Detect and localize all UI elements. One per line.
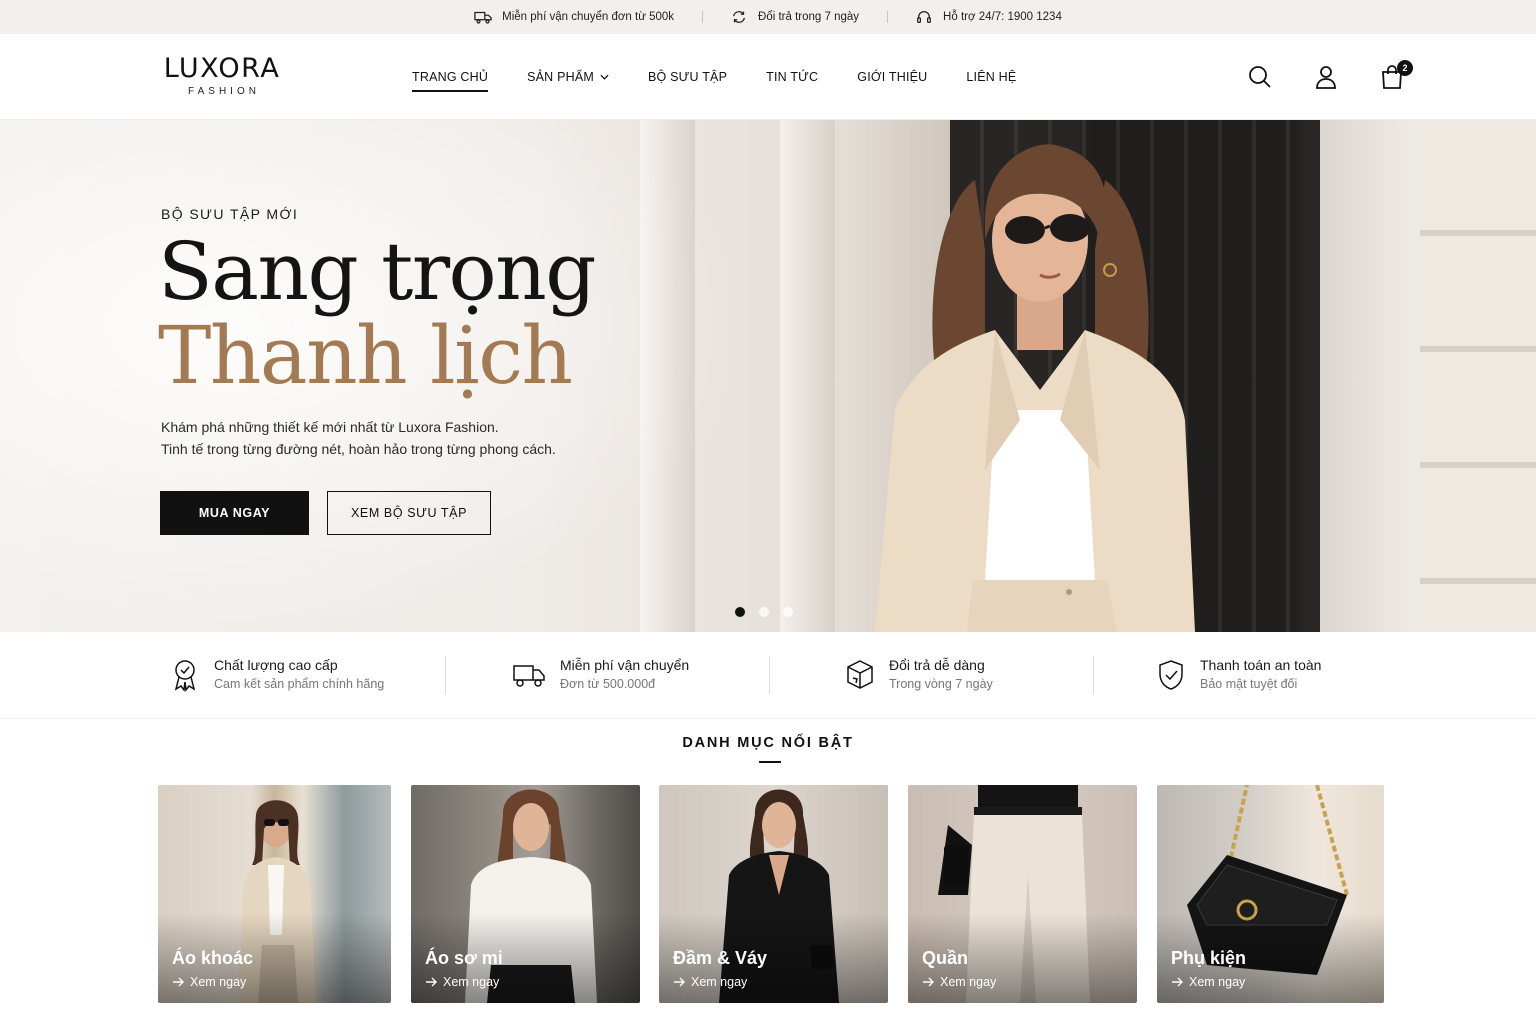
chevron-down-icon [600, 74, 609, 80]
arrow-right-icon [1172, 977, 1183, 987]
category-link[interactable]: Xem ngay [922, 975, 996, 989]
category-link[interactable]: Xem ngay [425, 975, 499, 989]
nav-item-home-label: TRANG CHỦ [412, 70, 489, 84]
features-strip: Chất lượng cao cấp Cam kết sản phẩm chín… [0, 632, 1536, 719]
category-card-pants[interactable]: Quần Xem ngay [908, 785, 1137, 1003]
arrow-right-icon [674, 977, 685, 987]
site-header: LUXORA FASHION TRANG CHỦ SẢN PHẨM BỘ SƯU… [0, 34, 1536, 120]
logo-brand: LUXORA [163, 53, 281, 84]
hero-pillar [640, 120, 695, 632]
arrow-right-icon [923, 977, 934, 987]
category-link[interactable]: Xem ngay [1171, 975, 1245, 989]
section-title: DANH MỤC NỔI BẬT [682, 735, 854, 751]
nav-item-about-label: GIỚI THIỆU [857, 70, 928, 84]
carousel-dots [735, 607, 793, 617]
nav-item-contact-label: LIÊN HỆ [966, 70, 1017, 84]
truck-icon [474, 11, 492, 24]
feature-payment: Thanh toán an toàn Bảo mật tuyệt đối [1156, 656, 1321, 694]
shop-now-button[interactable]: MUA NGAY [160, 491, 309, 535]
hero-model-image [875, 144, 1195, 632]
hero-banner: BỘ SƯU TẬP MỚI Sang trọng Thanh lịch Khá… [0, 120, 1536, 632]
feature-subtitle: Trong vòng 7 ngày [889, 677, 993, 691]
category-link-label: Xem ngay [443, 975, 500, 989]
user-icon [1316, 66, 1336, 89]
hero-pillar [780, 120, 835, 632]
hero-wall-blocks [1420, 120, 1536, 632]
topbar-returns: Đổi trả trong 7 ngày [702, 9, 887, 25]
category-name: Áo sơ mi [425, 948, 503, 968]
feature-title: Chất lượng cao cấp [214, 657, 338, 673]
topbar-shipping-text: Miễn phí vận chuyển đơn từ 500k [502, 11, 675, 23]
feature-title: Miễn phí vận chuyển [560, 657, 690, 673]
carousel-dot-2[interactable] [759, 607, 769, 617]
account-button[interactable] [1314, 64, 1338, 90]
feature-title: Thanh toán an toàn [1200, 657, 1322, 673]
topbar-shipping: Miễn phí vận chuyển đơn từ 500k [446, 9, 702, 25]
topbar-returns-text: Đổi trả trong 7 ngày [758, 11, 860, 23]
topbar-support: Hỗ trợ 24/7: 1900 1234 [887, 9, 1090, 25]
hero-description-line2: Tinh tế trong từng đường nét, hoàn hảo t… [161, 441, 556, 457]
box-icon [847, 660, 873, 689]
nav-item-news[interactable]: TIN TỨC [766, 70, 818, 84]
shield-check-icon [1159, 660, 1183, 690]
header-actions: 2 [1248, 60, 1413, 90]
topbar-support-text: Hỗ trợ 24/7: 1900 1234 [943, 11, 1062, 23]
truck-icon [513, 665, 545, 687]
category-link-label: Xem ngay [190, 975, 247, 989]
carousel-dot-1[interactable] [735, 607, 745, 617]
feature-divider [445, 656, 446, 694]
search-icon [1249, 66, 1271, 88]
category-link-label: Xem ngay [1189, 975, 1246, 989]
logo[interactable]: LUXORA FASHION [160, 54, 284, 98]
category-name: Phụ kiện [1171, 948, 1247, 968]
feature-subtitle: Đơn từ 500.000đ [560, 677, 656, 691]
feature-returns: Đổi trả dễ dàng Trong vòng 7 ngày [845, 656, 993, 694]
arrow-right-icon [173, 977, 184, 987]
category-link[interactable]: Xem ngay [673, 975, 747, 989]
feature-shipping: Miễn phí vận chuyển Đơn từ 500.000đ [512, 656, 689, 694]
category-card-dresses[interactable]: Đầm & Váy Xem ngay [659, 785, 888, 1003]
feature-title: Đổi trả dễ dàng [889, 657, 985, 673]
hero-description: Khám phá những thiết kế mới nhất từ Luxo… [161, 416, 556, 460]
hero-title-line1: Sang trọng [158, 225, 596, 318]
category-card-accessories[interactable]: Phụ kiện Xem ngay [1157, 785, 1384, 1003]
feature-subtitle: Bảo mật tuyệt đối [1200, 677, 1298, 691]
hero-description-line1: Khám phá những thiết kế mới nhất từ Luxo… [161, 419, 499, 435]
category-link[interactable]: Xem ngay [172, 975, 246, 989]
refresh-icon [733, 11, 746, 23]
main-nav: TRANG CHỦ SẢN PHẨM BỘ SƯU TẬP TIN TỨC GI… [412, 34, 1055, 120]
nav-item-collections-label: BỘ SƯU TẬP [648, 70, 728, 84]
section-title-underline [759, 761, 781, 763]
award-icon [174, 660, 196, 692]
category-name: Quần [922, 948, 969, 968]
announcement-bar: Miễn phí vận chuyển đơn từ 500k Đổi trả … [0, 0, 1536, 34]
arrow-right-icon [426, 977, 437, 987]
feature-divider [769, 656, 770, 694]
category-link-label: Xem ngay [691, 975, 748, 989]
nav-item-products[interactable]: SẢN PHẨM [527, 70, 609, 84]
category-card-jackets[interactable]: Áo khoác Xem ngay [158, 785, 391, 1003]
category-card-shirts[interactable]: Áo sơ mi Xem ngay [411, 785, 640, 1003]
nav-item-contact[interactable]: LIÊN HỆ [966, 70, 1016, 84]
feature-divider [1093, 656, 1094, 694]
hero-eyebrow: BỘ SƯU TẬP MỚI [161, 206, 299, 222]
search-button[interactable] [1248, 64, 1272, 90]
hero-title-line2: Thanh lịch [158, 309, 573, 402]
carousel-dot-3[interactable] [783, 607, 793, 617]
category-name: Đầm & Váy [673, 948, 768, 968]
nav-item-collections[interactable]: BỘ SƯU TẬP [648, 70, 727, 84]
view-collection-button[interactable]: XEM BỘ SƯU TẬP [327, 491, 491, 535]
nav-item-products-label: SẢN PHẨM [527, 70, 594, 84]
nav-item-about[interactable]: GIỚI THIỆU [857, 70, 927, 84]
cart-button[interactable]: 2 [1380, 60, 1413, 90]
feature-quality: Chất lượng cao cấp Cam kết sản phẩm chín… [170, 656, 384, 694]
category-link-label: Xem ngay [940, 975, 997, 989]
cart-count-badge: 2 [1397, 60, 1413, 76]
headset-icon [917, 11, 931, 24]
nav-item-news-label: TIN TỨC [766, 70, 819, 84]
category-name: Áo khoác [172, 948, 254, 968]
nav-item-home[interactable]: TRANG CHỦ [412, 70, 489, 92]
feature-subtitle: Cam kết sản phẩm chính hãng [214, 677, 385, 691]
logo-subtitle: FASHION [188, 86, 260, 97]
